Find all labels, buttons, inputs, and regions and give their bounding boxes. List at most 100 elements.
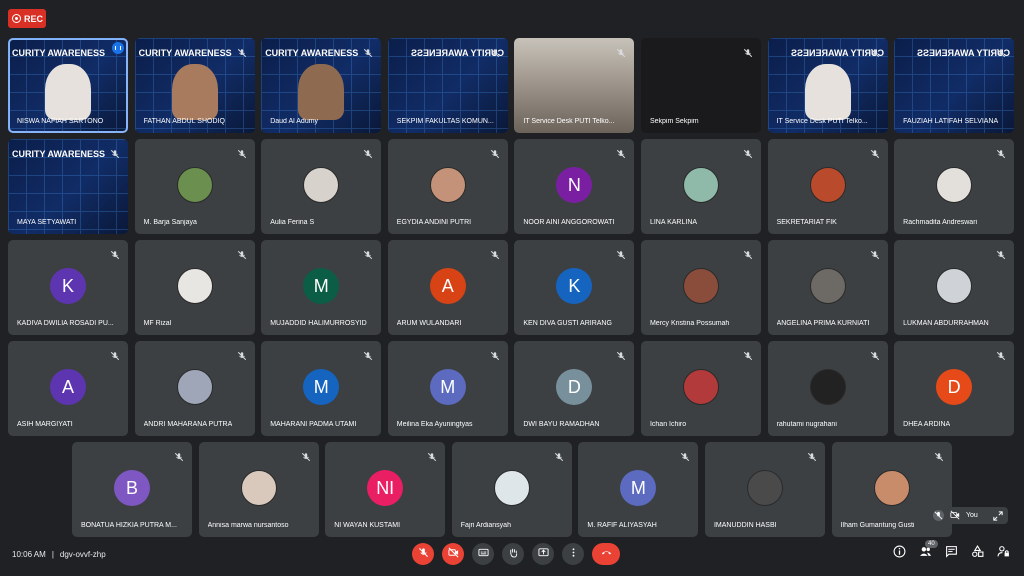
mic-off-icon xyxy=(418,545,429,563)
participant-name: MF Rizal xyxy=(143,320,172,327)
host-controls-button[interactable] xyxy=(996,546,1010,561)
raise-hand-button[interactable] xyxy=(502,543,524,565)
participant-tile[interactable]: rahutami nugrahani xyxy=(767,341,888,436)
self-view[interactable]: You xyxy=(928,507,1008,524)
participant-tile[interactable]: M M. RAFIF ALIYASYAH xyxy=(578,442,699,537)
avatar: A xyxy=(50,369,86,405)
participant-tile[interactable]: M MAHARANI PADMA UTAMI xyxy=(261,341,382,436)
avatar: D xyxy=(556,369,593,405)
participant-tile[interactable]: Annisa marwa nursantoso xyxy=(198,442,319,537)
avatar: M xyxy=(620,470,657,506)
participant-name: SEKRETARIAT FIK xyxy=(776,219,837,226)
captions-icon xyxy=(477,545,489,563)
avatar: D xyxy=(936,369,973,405)
activities-button[interactable] xyxy=(970,545,984,561)
recording-label: REC xyxy=(24,13,44,24)
participant-name: Fajri Ardiansyah xyxy=(460,522,511,529)
hand-icon xyxy=(508,545,519,563)
participant-name: M. RAFIF ALIYASYAH xyxy=(587,522,657,529)
captions-button[interactable] xyxy=(472,543,494,565)
chat-button[interactable] xyxy=(944,545,958,563)
participant-tile[interactable]: Sekpim Sekpim xyxy=(640,38,761,133)
avatar: A xyxy=(429,268,466,304)
participant-tile[interactable]: CURITY AWARENESS Daud Al Adumy xyxy=(261,38,382,133)
participant-tile[interactable]: N NOOR AINI ANGGOROWATI xyxy=(514,139,635,234)
participant-name: KEN DIVA GUSTI ARIRANG xyxy=(523,320,612,327)
participant-tile[interactable]: A ASIH MARGIYATI xyxy=(8,341,128,436)
camera-toggle-button[interactable] xyxy=(442,543,464,565)
participant-tile[interactable]: M Meilina Eka Ayuningtyas xyxy=(387,341,508,436)
participant-tile[interactable]: NI NI WAYAN KUSTAMI xyxy=(325,442,446,537)
participant-tile[interactable]: M MUJADDID HALIMURROSYID xyxy=(261,240,382,335)
participant-tile[interactable]: K KEN DIVA GUSTI ARIRANG xyxy=(514,240,635,335)
participant-name: NISWA NAFIAH SARTONO xyxy=(17,118,104,125)
participant-name: Ilham Gumantung Gusti xyxy=(840,522,915,529)
participant-tile[interactable]: MF Rizal xyxy=(134,240,255,335)
mic-off-icon xyxy=(996,348,1006,361)
side-panel-toggles xyxy=(892,545,1010,563)
participant-tile[interactable]: Ichan Ichiro xyxy=(640,341,761,436)
participant-tile[interactable]: Aulia Ferina S xyxy=(261,139,382,234)
participant-tile[interactable]: SEKRETARIAT FIK xyxy=(767,139,888,234)
participant-tile[interactable]: D DWI BAYU RAMADHAN xyxy=(514,341,635,436)
present-button[interactable] xyxy=(532,543,554,565)
video-person xyxy=(298,64,345,120)
mic-off-icon xyxy=(110,146,120,159)
mic-off-icon xyxy=(933,510,944,521)
participant-name: IT Service Desk PUTI Telko... xyxy=(776,118,868,125)
self-view-label: You xyxy=(966,512,978,519)
participant-tile[interactable]: ANDRI MAHARANA PUTRA xyxy=(134,341,255,436)
avatar xyxy=(493,470,530,506)
participant-tile[interactable]: ANGELINA PRIMA KURNIATI xyxy=(767,240,888,335)
participant-row: A ASIH MARGIYATI ANDRI MAHARANA PUTRA M MAHA… xyxy=(8,341,1015,436)
mic-toggle-button[interactable] xyxy=(412,543,434,565)
participant-tile[interactable]: B BONATUA HIZKIA PUTRA M... xyxy=(72,442,192,537)
recording-badge: REC xyxy=(8,9,46,28)
participant-tile[interactable]: Mercy Kristina Possumah xyxy=(640,240,761,335)
participant-tile[interactable]: EGYDIA ANDINI PUTRI xyxy=(387,139,508,234)
mic-off-icon xyxy=(363,247,373,260)
participant-tile[interactable]: CURITY AWARENESS FATHAN ABDUL SHODIQ xyxy=(134,38,255,133)
participant-name: MUJADDID HALIMURROSYID xyxy=(270,320,367,327)
expand-icon[interactable] xyxy=(992,510,1004,522)
avatar xyxy=(303,167,340,203)
participant-tile[interactable]: CURITY AWARENESS NISWA NAFIAH SARTONO xyxy=(8,38,128,133)
participant-tile[interactable]: IT Service Desk PUTI Telko... xyxy=(514,38,635,133)
people-button[interactable] xyxy=(918,547,932,561)
record-icon xyxy=(12,14,21,23)
mic-off-icon xyxy=(996,146,1006,159)
participant-tile[interactable]: CURITY AWARENESS FAUZIAH LATIFAH SELVIANA xyxy=(894,38,1015,133)
participant-tile[interactable]: IMANUDDIN HASBI xyxy=(704,442,825,537)
mic-off-icon xyxy=(174,449,184,462)
meeting-code: dgv-ovvf-zhp xyxy=(59,550,106,559)
participant-tile[interactable]: CURITY AWARENESS SEKPIM FAKULTAS KOMUN... xyxy=(387,38,508,133)
participant-tile[interactable]: K KADIVA DWILIA ROSADI PU... xyxy=(8,240,128,335)
avatar xyxy=(682,369,719,405)
mic-off-icon xyxy=(616,348,626,361)
avatar xyxy=(809,167,846,203)
participant-name: Daud Al Adumy xyxy=(270,118,319,125)
participant-name: ASIH MARGIYATI xyxy=(17,421,73,428)
leave-call-button[interactable] xyxy=(592,543,620,565)
participant-tile[interactable]: LUKMAN ABDURRAHMAN xyxy=(894,240,1015,335)
participant-tile[interactable]: CURITY AWARENESS IT Service Desk PUTI Tel… xyxy=(767,38,888,133)
participant-tile[interactable]: CURITY AWARENESS MAYA SETYAWATI xyxy=(8,139,128,234)
participant-tile[interactable]: A ARUM WULANDARI xyxy=(387,240,508,335)
participant-tile[interactable]: M. Barja Sanjaya xyxy=(134,139,255,234)
participant-name: NI WAYAN KUSTAMI xyxy=(334,522,401,529)
participant-tile[interactable]: Rachmadita Andreswari xyxy=(894,139,1015,234)
participant-tile[interactable]: LINA KARLINA xyxy=(640,139,761,234)
participant-name: IMANUDDIN HASBI xyxy=(713,522,777,529)
participant-tile[interactable]: D DHEA ARDINA xyxy=(894,341,1015,436)
participant-tile[interactable]: Fajri Ardiansyah xyxy=(451,442,572,537)
participant-name: LUKMAN ABDURRAHMAN xyxy=(903,320,989,327)
mic-off-icon xyxy=(110,247,120,260)
meeting-details-button[interactable] xyxy=(892,545,906,561)
mic-off-icon xyxy=(743,146,753,159)
chat-icon xyxy=(945,545,958,563)
mic-off-icon xyxy=(743,45,753,58)
mic-off-icon xyxy=(996,45,1006,58)
video-person xyxy=(45,64,91,120)
participant-name: M. Barja Sanjaya xyxy=(143,219,197,226)
more-options-button[interactable] xyxy=(562,543,584,565)
